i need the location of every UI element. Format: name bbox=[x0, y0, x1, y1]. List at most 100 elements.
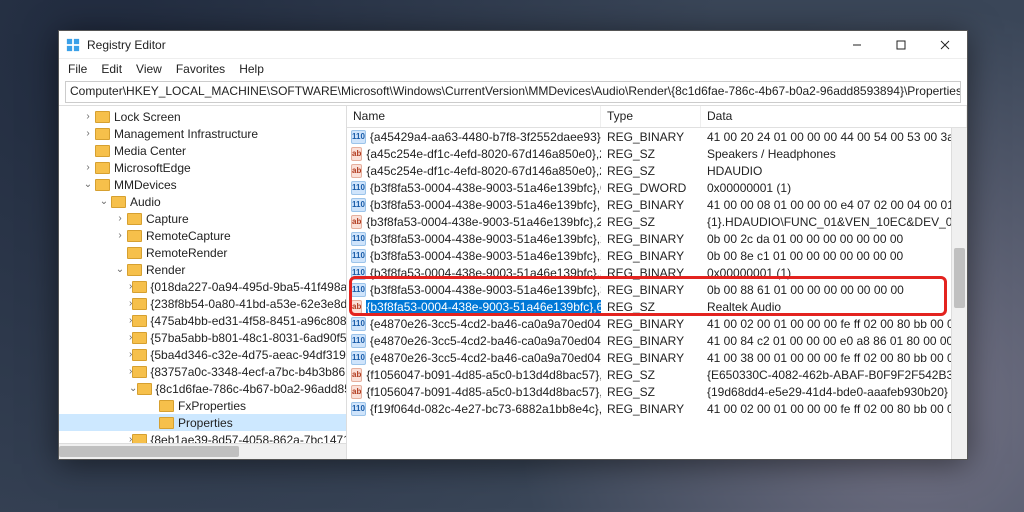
col-type[interactable]: Type bbox=[601, 106, 701, 127]
value-row[interactable]: 110{b3f8fa53-0004-438e-9003-51a46e139bfc… bbox=[347, 281, 967, 298]
expand-icon[interactable]: › bbox=[81, 128, 95, 139]
tree-item[interactable]: ›{83757a0c-3348-4ecf-a7bc-b4b3b861be52} bbox=[59, 363, 346, 380]
tree-item[interactable]: › MicrosoftEdge bbox=[59, 159, 346, 176]
value-name: {b3f8fa53-0004-438e-9003-51a46e139bfc},0 bbox=[370, 181, 601, 195]
collapse-icon[interactable]: ⌄ bbox=[81, 179, 95, 190]
value-type: REG_SZ bbox=[601, 368, 701, 382]
titlebar[interactable]: Registry Editor bbox=[59, 31, 967, 59]
tree-item[interactable]: › RemoteCapture bbox=[59, 227, 346, 244]
menu-view[interactable]: View bbox=[129, 60, 169, 78]
column-headers[interactable]: Name Type Data bbox=[347, 106, 967, 128]
value-data: 41 00 02 00 01 00 00 00 fe ff 02 00 80 b… bbox=[701, 317, 967, 331]
tree-item[interactable]: ›Lock Screen bbox=[59, 108, 346, 125]
collapse-icon[interactable]: ⌄ bbox=[113, 264, 127, 275]
value-row[interactable]: 110{b3f8fa53-0004-438e-9003-51a46e139bfc… bbox=[347, 179, 967, 196]
binary-value-icon: 110 bbox=[351, 351, 366, 365]
tree-item[interactable]: RemoteRender bbox=[59, 244, 346, 261]
value-row[interactable]: ab{a45c254e-df1c-4efd-8020-67d146a850e0}… bbox=[347, 145, 967, 162]
value-row[interactable]: ab {b3f8fa53-0004-438e-9003-51a46e139bfc}… bbox=[347, 298, 967, 315]
folder-icon bbox=[95, 127, 111, 141]
menu-help[interactable]: Help bbox=[232, 60, 271, 78]
tree-scrollbar-h[interactable] bbox=[59, 443, 346, 459]
tree-item[interactable]: Properties bbox=[59, 414, 346, 431]
value-type: REG_DWORD bbox=[601, 181, 701, 195]
string-value-icon: ab bbox=[351, 385, 362, 399]
scrollbar-thumb[interactable] bbox=[954, 248, 965, 308]
list-scrollbar-v[interactable] bbox=[951, 128, 967, 459]
menu-edit[interactable]: Edit bbox=[94, 60, 129, 78]
tree-label: RemoteCapture bbox=[146, 229, 231, 243]
tree-item[interactable]: Media Center bbox=[59, 142, 346, 159]
value-name: {b3f8fa53-0004-438e-9003-51a46e139bfc},3… bbox=[370, 283, 601, 297]
value-row[interactable]: 110 {e4870e26-3cc5-4cd2-ba46-ca0a9a70ed04… bbox=[347, 349, 967, 366]
value-row[interactable]: 110{a45429a4-aa63-4480-b7f8-3f2552daee93… bbox=[347, 128, 967, 145]
string-value-icon: ab bbox=[351, 300, 362, 314]
folder-icon bbox=[127, 246, 143, 260]
string-value-icon: ab bbox=[351, 215, 362, 229]
tree-item[interactable]: ⌄Render bbox=[59, 261, 346, 278]
value-name: {b3f8fa53-0004-438e-9003-51a46e139bfc},6 bbox=[366, 300, 601, 314]
value-name: {b3f8fa53-0004-438e-9003-51a46e139bfc},3 bbox=[370, 266, 601, 280]
tree-item[interactable]: ⌄{8c1d6fae-786c-4b67-b0a2-96add8593894} bbox=[59, 380, 346, 397]
tree-label: {018da227-0a94-495d-9ba5-41f498ab952c} bbox=[150, 280, 347, 294]
value-row[interactable]: ab{b3f8fa53-0004-438e-9003-51a46e139bfc}… bbox=[347, 213, 967, 230]
value-row[interactable]: 110{b3f8fa53-0004-438e-9003-51a46e139bfc… bbox=[347, 196, 967, 213]
tree-label: Media Center bbox=[114, 144, 186, 158]
menu-file[interactable]: File bbox=[61, 60, 94, 78]
folder-icon bbox=[159, 416, 175, 430]
value-name: {f19f064d-082c-4e27-bc73-6882a1bb8e4c},0 bbox=[370, 402, 601, 416]
value-row[interactable]: ab{f1056047-b091-4d85-a5c0-b13d4d8bac57}… bbox=[347, 366, 967, 383]
tree-item[interactable]: ›Management Infrastructure bbox=[59, 125, 346, 142]
menu-favorites[interactable]: Favorites bbox=[169, 60, 232, 78]
tree-item[interactable]: ›{238f8b54-0a80-41bd-a53e-62e3e8d6a338} bbox=[59, 295, 346, 312]
value-row[interactable]: 110{f19f064d-082c-4e27-bc73-6882a1bb8e4c… bbox=[347, 400, 967, 417]
values-pane[interactable]: Name Type Data 110{a45429a4-aa63-4480-b7… bbox=[347, 106, 967, 459]
binary-value-icon: 110 bbox=[351, 232, 366, 246]
tree-item[interactable]: ›{5ba4d346-c32e-4d75-aeac-94df319db008} bbox=[59, 346, 346, 363]
value-row[interactable]: ab {f1056047-b091-4d85-a5c0-b13d4d8bac57}… bbox=[347, 383, 967, 400]
tree-item[interactable]: ⌄MMDevices bbox=[59, 176, 346, 193]
value-data: 41 00 02 00 01 00 00 00 fe ff 02 00 80 b… bbox=[701, 402, 967, 416]
tree-item[interactable]: ⌄Audio bbox=[59, 193, 346, 210]
tree-label: {83757a0c-3348-4ecf-a7bc-b4b3b861be52} bbox=[150, 365, 347, 379]
tree-item[interactable]: FxProperties bbox=[59, 397, 346, 414]
value-name: {e4870e26-3cc5-4cd2-ba46-ca0a9a70ed04},3 bbox=[370, 351, 601, 365]
collapse-icon[interactable]: ⌄ bbox=[129, 383, 137, 394]
tree-label: MicrosoftEdge bbox=[114, 161, 191, 175]
value-data: {1}.HDAUDIO\FUNC_01&VEN_10EC&DEV_0256&S.… bbox=[701, 215, 967, 229]
expand-icon[interactable]: › bbox=[113, 213, 127, 224]
value-type: REG_BINARY bbox=[601, 351, 701, 365]
value-row[interactable]: 110{b3f8fa53-0004-438e-9003-51a46e139bfc… bbox=[347, 230, 967, 247]
col-name[interactable]: Name bbox=[347, 106, 601, 127]
expand-icon[interactable]: › bbox=[81, 111, 95, 122]
tree-item[interactable]: ›{57ba5abb-b801-48c1-8031-6ad90f5a7b19} bbox=[59, 329, 346, 346]
address-bar[interactable]: Computer\HKEY_LOCAL_MACHINE\SOFTWARE\Mic… bbox=[65, 81, 961, 103]
value-row[interactable]: ab{a45c254e-df1c-4efd-8020-67d146a850e0}… bbox=[347, 162, 967, 179]
binary-value-icon: 110 bbox=[351, 130, 366, 144]
value-type: REG_BINARY bbox=[601, 402, 701, 416]
col-data[interactable]: Data bbox=[701, 106, 967, 127]
minimize-button[interactable] bbox=[835, 31, 879, 59]
tree-label: {475ab4bb-ed31-4f58-8451-a96c8080a9bb} bbox=[150, 314, 347, 328]
value-row[interactable]: 110{b3f8fa53-0004-438e-9003-51a46e139bfc… bbox=[347, 264, 967, 281]
tree-item[interactable]: ›Capture bbox=[59, 210, 346, 227]
value-data: {E650330C-4082-462b-ABAF-B0F9F2F542B3} bbox=[701, 368, 967, 382]
tree-label: {238f8b54-0a80-41bd-a53e-62e3e8d6a338} bbox=[150, 297, 347, 311]
value-row[interactable]: 110{e4870e26-3cc5-4cd2-ba46-ca0a9a70ed04… bbox=[347, 332, 967, 349]
scrollbar-thumb[interactable] bbox=[59, 446, 239, 457]
binary-value-icon: 110 bbox=[351, 249, 366, 263]
value-name: {f1056047-b091-4d85-a5c0-b13d4d8bac57},2 bbox=[366, 385, 601, 399]
value-data: 41 00 38 00 01 00 00 00 fe ff 02 00 80 b… bbox=[701, 351, 967, 365]
tree-item[interactable]: ›{018da227-0a94-495d-9ba5-41f498ab952c} bbox=[59, 278, 346, 295]
tree-item[interactable]: ›{475ab4bb-ed31-4f58-8451-a96c8080a9bb} bbox=[59, 312, 346, 329]
value-type: REG_BINARY bbox=[601, 266, 701, 280]
maximize-button[interactable] bbox=[879, 31, 923, 59]
value-row[interactable]: 110{b3f8fa53-0004-438e-9003-51a46e139bfc… bbox=[347, 247, 967, 264]
value-row[interactable]: 110{e4870e26-3cc5-4cd2-ba46-ca0a9a70ed04… bbox=[347, 315, 967, 332]
tree-pane[interactable]: ›Lock Screen›Management Infrastructure Me… bbox=[59, 106, 347, 459]
menubar: FileEditViewFavoritesHelp bbox=[59, 59, 967, 79]
expand-icon[interactable]: › bbox=[113, 230, 127, 241]
expand-icon[interactable]: › bbox=[81, 162, 95, 173]
close-button[interactable] bbox=[923, 31, 967, 59]
collapse-icon[interactable]: ⌄ bbox=[97, 196, 111, 207]
